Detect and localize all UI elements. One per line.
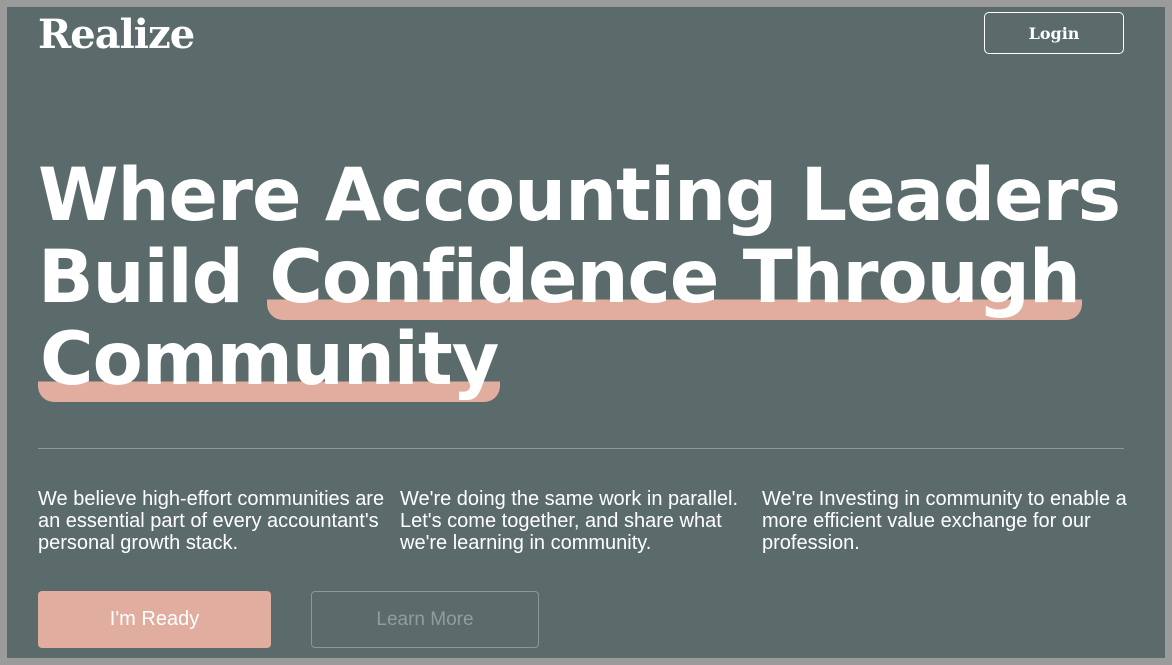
- landing-page: Realize Login Where Accounting Leaders B…: [7, 7, 1165, 658]
- logo[interactable]: Realize: [38, 11, 195, 58]
- value-column-1: We believe high-effort communities are a…: [38, 488, 385, 554]
- im-ready-button[interactable]: I'm Ready: [38, 591, 271, 648]
- headline-plain-text: Build: [38, 235, 268, 320]
- section-divider: [38, 448, 1124, 449]
- headline-highlight: Confidence Through: [267, 235, 1082, 320]
- headline-highlight-community: Community: [38, 317, 501, 402]
- hero-headline: Where Accounting Leaders Build Confidenc…: [38, 153, 1121, 402]
- headline-line-3: Community: [38, 317, 1118, 402]
- headline-line-2: Build Confidence Through: [38, 235, 1118, 320]
- value-column-3: We're Investing in community to enable a…: [762, 488, 1127, 554]
- value-column-2: We're doing the same work in parallel. L…: [400, 488, 739, 554]
- learn-more-button[interactable]: Learn More: [311, 591, 539, 648]
- headline-line-1: Where Accounting Leaders: [38, 153, 1121, 238]
- login-button[interactable]: Login: [984, 12, 1124, 54]
